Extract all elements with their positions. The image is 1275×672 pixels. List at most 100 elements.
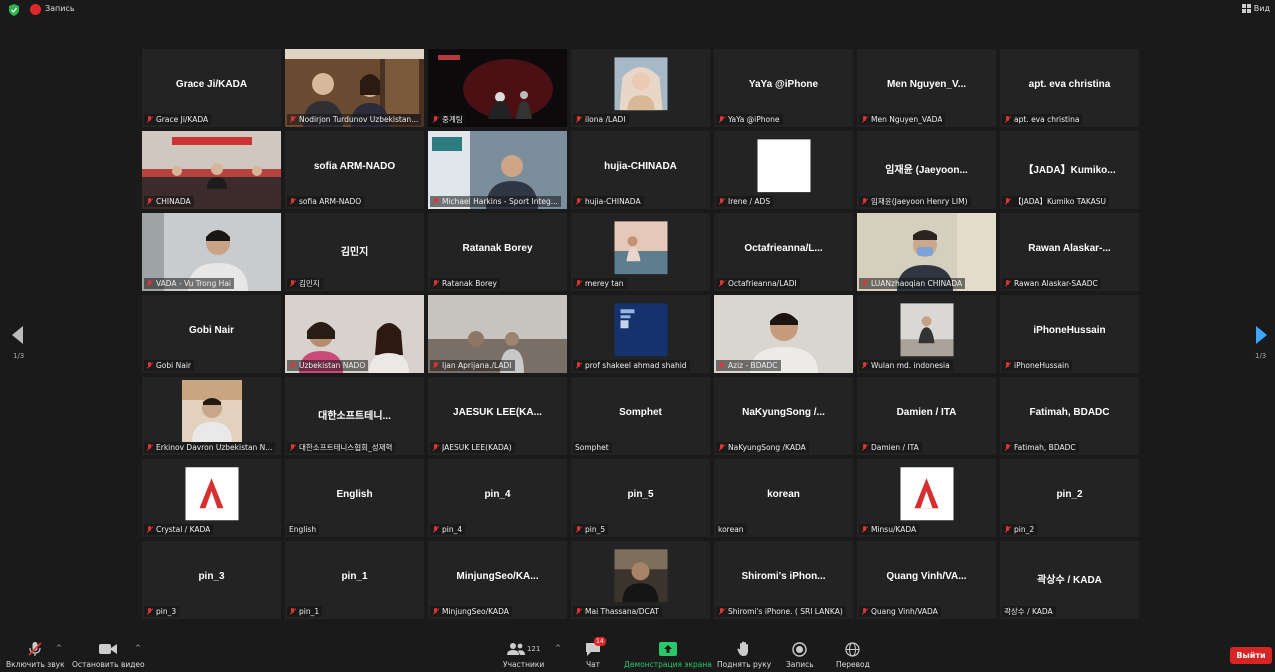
record-icon: [792, 641, 808, 657]
muted-microphone-icon: [861, 198, 868, 205]
participant-tile[interactable]: LUANzhaoqian CHINADA: [857, 213, 996, 291]
participant-tile[interactable]: Michael Harkins - Sport Integ...: [428, 131, 567, 209]
next-page-arrow-icon[interactable]: [1256, 326, 1267, 344]
chat-button[interactable]: 14 Чат: [585, 637, 606, 669]
leave-meeting-button[interactable]: Выйти: [1230, 647, 1272, 664]
record-button[interactable]: Запись: [786, 640, 814, 669]
participant-tile[interactable]: Minsu/KADA: [857, 459, 996, 537]
participant-tile[interactable]: Damien / ITA Damien / ITA: [857, 377, 996, 455]
participant-tile[interactable]: JAESUK LEE(KA... JAESUK LEE(KADA): [428, 377, 567, 455]
participant-tile[interactable]: Quang Vinh/VA... Quang Vinh/VADA: [857, 541, 996, 619]
participant-tile[interactable]: English English: [285, 459, 424, 537]
participant-tile[interactable]: 임재윤 (Jaeyoon... 임재윤(Jaeyoon Henry LIM): [857, 131, 996, 209]
participant-tile[interactable]: Ratanak Borey Ratanak Borey: [428, 213, 567, 291]
participant-name-text: Aziz - BDADC: [728, 361, 778, 370]
participants-options-caret-icon[interactable]: ^: [555, 644, 561, 652]
participant-tile[interactable]: Ijan Aprijana./LADI: [428, 295, 567, 373]
participant-name-label: Wulan md. indonesia: [859, 360, 953, 371]
muted-microphone-icon: [289, 608, 296, 615]
participant-tile[interactable]: Nodirjon Turdunov Uzbekistan...: [285, 49, 424, 127]
participant-tile[interactable]: Erkinov Davron Uzbekistan N...: [142, 377, 281, 455]
participant-name-text: Octafrieanna/LADI: [728, 279, 797, 288]
participant-name-text: 【JADA】Kumiko TAKASU: [1014, 197, 1107, 206]
participant-tile[interactable]: Gobi Nair Gobi Nair: [142, 295, 281, 373]
participant-name-label: Damien / ITA: [859, 442, 922, 453]
participant-tile[interactable]: Shiromi's iPhon... Shiromi's iPhone. ( SR…: [714, 541, 853, 619]
participant-tile[interactable]: Irene / ADS: [714, 131, 853, 209]
shield-icon[interactable]: [9, 4, 19, 16]
participants-button[interactable]: 121 Участники: [503, 640, 544, 669]
muted-microphone-icon: [861, 608, 868, 615]
participant-name-text: Ratanak Borey: [442, 279, 497, 288]
participant-tile[interactable]: Rawan Alaskar-... Rawan Alaskar-SAADC: [1000, 213, 1139, 291]
participant-name-text: Michael Harkins - Sport Integ...: [442, 197, 558, 206]
participant-name-label: ilona /LADI: [573, 114, 629, 125]
audio-options-caret-icon[interactable]: ^: [56, 644, 62, 652]
muted-microphone-icon: [718, 280, 725, 287]
participant-tile[interactable]: pin_3 pin_3: [142, 541, 281, 619]
stop-video-button[interactable]: Остановить видео: [72, 640, 145, 669]
participant-tile[interactable]: 대한소프트테니... 대한소프트테니스협회_성재혁: [285, 377, 424, 455]
participant-tile[interactable]: merey tan: [571, 213, 710, 291]
participant-tile[interactable]: ilona /LADI: [571, 49, 710, 127]
participant-tile[interactable]: 김민지 김민지: [285, 213, 424, 291]
muted-microphone-icon: [718, 362, 725, 369]
participant-display-name: JAESUK LEE(KA...: [453, 407, 542, 418]
video-options-caret-icon[interactable]: ^: [135, 644, 141, 652]
participant-name-text: Ijan Aprijana./LADI: [442, 361, 512, 370]
participant-tile[interactable]: CHINADA: [142, 131, 281, 209]
participant-tile[interactable]: 【JADA】Kumiko... 【JADA】Kumiko TAKASU: [1000, 131, 1139, 209]
muted-microphone-icon: [718, 444, 725, 451]
muted-microphone-icon: [289, 280, 296, 287]
participant-tile[interactable]: Aziz - BDADC: [714, 295, 853, 373]
participant-tile[interactable]: Somphet Somphet: [571, 377, 710, 455]
participant-tile[interactable]: Fatimah, BDADC Fatimah, BDADC: [1000, 377, 1139, 455]
participant-tile[interactable]: Wulan md. indonesia: [857, 295, 996, 373]
participant-tile[interactable]: prof shakeel ahmad shahid: [571, 295, 710, 373]
participant-tile[interactable]: pin_1 pin_1: [285, 541, 424, 619]
muted-microphone-icon: [432, 116, 439, 123]
participant-tile[interactable]: NaKyungSong /... NaKyungSong /KADA: [714, 377, 853, 455]
participant-tile[interactable]: Crystal / KADA: [142, 459, 281, 537]
muted-microphone-icon: [432, 444, 439, 451]
previous-page-arrow-icon[interactable]: [12, 326, 23, 344]
participant-name-label: Men Nguyen_VADA: [859, 114, 946, 125]
participant-tile[interactable]: pin_2 pin_2: [1000, 459, 1139, 537]
muted-microphone-icon: [861, 526, 868, 533]
participant-tile[interactable]: pin_4 pin_4: [428, 459, 567, 537]
participant-tile[interactable]: Octafrieanna/L... Octafrieanna/LADI: [714, 213, 853, 291]
muted-microphone-icon: [146, 444, 153, 451]
participant-display-name: iPhoneHussain: [1033, 325, 1106, 336]
participant-tile[interactable]: VADA - Vu Trong Hai: [142, 213, 281, 291]
record-button-label: Запись: [786, 660, 814, 669]
muted-microphone-icon: [575, 116, 582, 123]
participant-tile[interactable]: 곽상수 / KADA 곽상수 / KADA: [1000, 541, 1139, 619]
share-screen-button[interactable]: Демонстрация экрана: [624, 640, 712, 669]
participant-display-name: 【JADA】Kumiko...: [1023, 165, 1116, 176]
participant-tile[interactable]: pin_5 pin_5: [571, 459, 710, 537]
participant-tile[interactable]: Men Nguyen_V... Men Nguyen_VADA: [857, 49, 996, 127]
participant-tile[interactable]: YaYa @iPhone YaYa @iPhone: [714, 49, 853, 127]
participant-tile[interactable]: sofia ARM-NADO sofia ARM-NADO: [285, 131, 424, 209]
participant-name-text: Quang Vinh/VADA: [871, 607, 938, 616]
view-button[interactable]: Вид: [1241, 4, 1270, 13]
participant-tile[interactable]: Uzbekistan NADO: [285, 295, 424, 373]
participant-name-label: VADA - Vu Trong Hai: [144, 278, 234, 289]
participants-icon: [506, 643, 525, 655]
participant-tile[interactable]: MinjungSeo/KA... MinjungSeo/KADA: [428, 541, 567, 619]
participant-tile[interactable]: 중계팀: [428, 49, 567, 127]
participant-tile[interactable]: Mai Thassana/DCAT: [571, 541, 710, 619]
participant-name-text: CHINADA: [156, 197, 191, 206]
participant-tile[interactable]: hujia-CHINADA hujia-CHINADA: [571, 131, 710, 209]
participant-tile[interactable]: iPhoneHussain iPhoneHussain: [1000, 295, 1139, 373]
raise-hand-button[interactable]: Поднять руку: [717, 640, 771, 669]
translate-button[interactable]: Перевод: [836, 640, 870, 669]
share-screen-icon: [658, 642, 677, 656]
participant-tile[interactable]: apt. eva christina apt. eva christina: [1000, 49, 1139, 127]
participant-tile[interactable]: Grace Ji/KADA Grace Ji/KADA: [142, 49, 281, 127]
page-indicator-left: 1/3: [13, 352, 25, 360]
participant-name-label: YaYa @iPhone: [716, 114, 783, 125]
participant-tile[interactable]: korean korean: [714, 459, 853, 537]
participant-name-label: CHINADA: [144, 196, 194, 207]
participant-display-name: pin_3: [198, 571, 225, 582]
